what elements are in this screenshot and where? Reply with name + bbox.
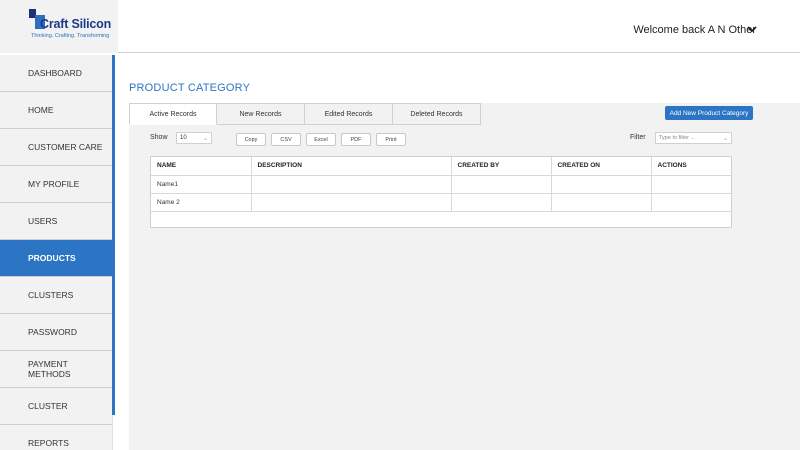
table-row-empty [151,211,732,229]
column-header-name[interactable]: NAME [151,157,252,176]
excel-button[interactable]: Excel [306,133,336,146]
show-label: Show [150,134,168,141]
app-window: Craft Silicon Thinking. Crafting. Transf… [0,0,800,450]
sidebar-item-clusters[interactable]: CLUSTERS [0,277,112,314]
cell-created-on [551,193,652,212]
sidebar: DASHBOARD HOME CUSTOMER CARE MY PROFILE … [0,55,113,450]
cell-created-on [551,175,652,194]
record-tabs: Active Records New Records Edited Record… [129,103,481,125]
filter-caret-icon: ⌄ [722,136,728,142]
sidebar-item-my-profile[interactable]: MY PROFILE [0,166,112,203]
add-product-category-button[interactable]: Add New Product Category [665,106,753,120]
tab-active-records[interactable]: Active Records [129,103,217,125]
sidebar-scroll-indicator[interactable] [112,55,115,415]
cell-description [251,175,452,194]
cell-name: Name1 [151,175,252,194]
table-row[interactable]: Name1 [151,175,732,194]
sidebar-item-home[interactable]: HOME [0,92,112,129]
column-header-created-on[interactable]: CREATED ON [551,157,652,176]
brand-name: Craft Silicon [40,17,112,31]
records-panel: Active Records New Records Edited Record… [129,103,800,450]
welcome-text[interactable]: Welcome back A N Other [633,24,756,36]
tab-new-records[interactable]: New Records [217,103,305,125]
pdf-button[interactable]: PDF [341,133,371,146]
column-header-created-by[interactable]: CREATED BY [451,157,552,176]
chevron-down-icon[interactable] [746,23,758,35]
select-caret-icon: ⌄ [202,136,208,142]
filter-label: Filter [630,134,646,141]
brand-tagline: Thinking. Crafting. Transforming [31,33,110,39]
cell-actions [651,175,732,194]
sidebar-item-users[interactable]: USERS [0,203,112,240]
sidebar-item-reports[interactable]: REPORTS [0,425,112,450]
cell-description [251,193,452,212]
table-header-row: NAME DESCRIPTION CREATED BY CREATED ON A… [151,157,732,176]
page-title: PRODUCT CATEGORY [129,82,251,94]
sidebar-item-payment-methods[interactable]: PAYMENT METHODS [0,351,112,388]
records-table: NAME DESCRIPTION CREATED BY CREATED ON A… [150,156,732,228]
print-button[interactable]: Print [376,133,406,146]
column-header-actions: ACTIONS [651,157,732,176]
filter-input[interactable]: Type to filter ... ⌄ [655,132,732,144]
sidebar-item-customer-care[interactable]: CUSTOMER CARE [0,129,112,166]
main-content: PRODUCT CATEGORY Active Records New Reco… [118,53,800,450]
column-header-description[interactable]: DESCRIPTION [251,157,452,176]
cell-name: Name 2 [151,193,252,212]
sidebar-item-cluster[interactable]: CLUSTER [0,388,112,425]
table-row[interactable]: Name 2 [151,193,732,212]
page-size-select[interactable]: 10 ⌄ [176,132,212,144]
sidebar-item-password[interactable]: PASSWORD [0,314,112,351]
cell-created-by [451,175,552,194]
logo[interactable]: Craft Silicon Thinking. Crafting. Transf… [0,0,118,53]
sidebar-item-dashboard[interactable]: DASHBOARD [0,55,112,92]
csv-button[interactable]: CSV [271,133,301,146]
tab-edited-records[interactable]: Edited Records [305,103,393,125]
copy-button[interactable]: Copy [236,133,266,146]
tab-deleted-records[interactable]: Deleted Records [393,103,481,125]
sidebar-item-products[interactable]: PRODUCTS [0,240,112,277]
cell-created-by [451,193,552,212]
cell-actions [651,193,732,212]
